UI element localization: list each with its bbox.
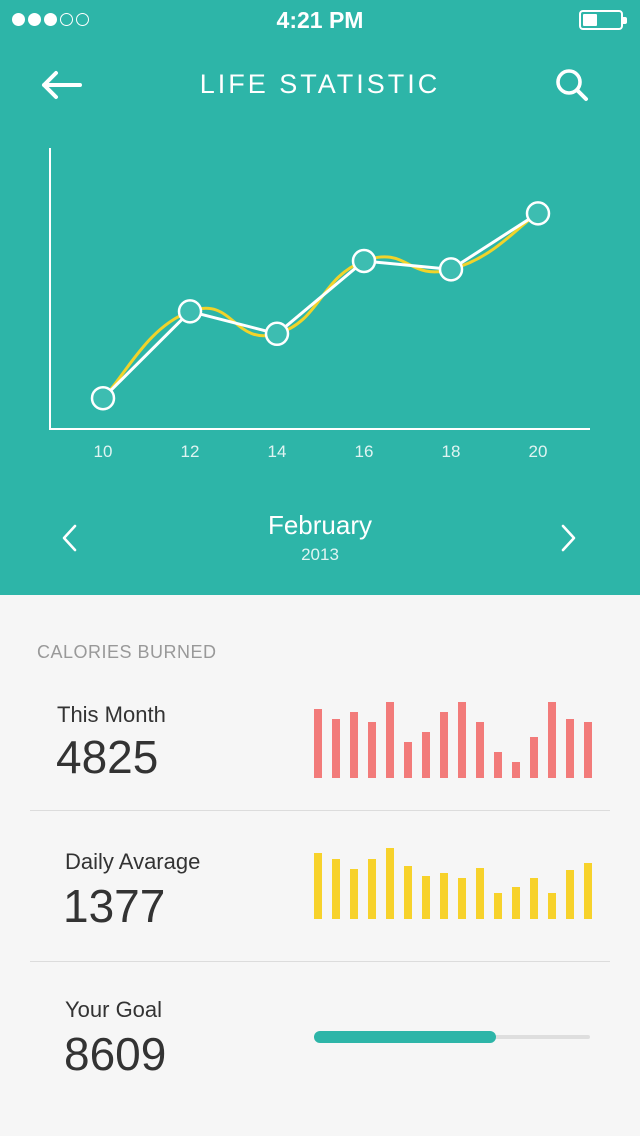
- bar: [512, 762, 520, 778]
- x-tick-label: 14: [268, 442, 287, 461]
- bar: [440, 712, 448, 778]
- daily-average-bar-chart: [314, 846, 592, 919]
- line-segment: [276, 259, 365, 335]
- daily-average-value: 1377: [63, 880, 166, 932]
- bar: [332, 859, 340, 919]
- bar: [368, 722, 376, 778]
- bar: [566, 870, 574, 919]
- bar: [422, 876, 430, 919]
- bar: [314, 853, 322, 919]
- life-statistic-chart: 10 12 14 16 18 20: [49, 148, 590, 461]
- bar: [422, 732, 430, 778]
- page-title: LIFE STATISTIC: [199, 69, 441, 99]
- this-month-label: This Month: [57, 702, 166, 727]
- x-tick-label: 12: [181, 442, 200, 461]
- data-point[interactable]: [264, 321, 290, 347]
- divider: [30, 810, 610, 811]
- bar: [494, 893, 502, 919]
- line-segment: [450, 212, 539, 271]
- this-month-bar-chart: [314, 700, 592, 778]
- goal-progress-bar: [314, 1031, 590, 1043]
- bar: [404, 866, 412, 919]
- bar: [332, 719, 340, 778]
- bar: [458, 878, 466, 919]
- x-tick-label: 10: [94, 442, 113, 461]
- data-point[interactable]: [525, 201, 551, 226]
- bar: [350, 869, 358, 919]
- data-point[interactable]: [438, 257, 464, 282]
- bar: [494, 752, 502, 778]
- data-point[interactable]: [351, 248, 377, 274]
- divider: [30, 961, 610, 962]
- chevron-right-icon[interactable]: [553, 520, 583, 556]
- your-goal-label: Your Goal: [65, 997, 163, 1022]
- month-label: February: [267, 510, 373, 540]
- bar: [404, 742, 412, 778]
- bar: [548, 893, 556, 919]
- month-navigator: February 2013: [0, 505, 640, 575]
- bar: [584, 863, 592, 919]
- bar: [530, 878, 538, 919]
- daily-average-label: Daily Avarage: [65, 849, 201, 874]
- bar: [350, 712, 358, 778]
- line-segment: [101, 310, 192, 400]
- bar: [512, 887, 520, 919]
- battery-icon: [579, 10, 627, 30]
- section-title: CALORIES BURNED: [37, 642, 217, 662]
- bar: [368, 859, 376, 919]
- your-goal-value: 8609: [64, 1028, 167, 1080]
- bar: [566, 719, 574, 778]
- bar: [476, 722, 484, 778]
- bar: [386, 702, 394, 778]
- bar: [584, 722, 592, 778]
- x-tick-label: 20: [529, 442, 548, 461]
- header-panel: 4:21 PM LIFE STATISTIC 10 12 14 16 18 20: [0, 0, 640, 595]
- bar: [458, 702, 466, 778]
- goal-progress-fill: [314, 1031, 497, 1043]
- line-segment: [189, 309, 278, 336]
- smooth-trend-line: [101, 212, 539, 400]
- status-time: 4:21 PM: [276, 7, 364, 33]
- bar: [386, 848, 394, 919]
- x-tick-label: 18: [442, 442, 461, 461]
- battery-level: [583, 14, 597, 26]
- battery-nub: [623, 17, 627, 24]
- bar: [548, 702, 556, 778]
- x-tick-label: 16: [355, 442, 374, 461]
- bar: [314, 709, 322, 778]
- data-point[interactable]: [177, 299, 203, 324]
- bar: [530, 737, 538, 778]
- your-goal-row: Your Goal 8609: [30, 997, 610, 1097]
- data-point[interactable]: [90, 385, 116, 411]
- search-icon[interactable]: [549, 63, 595, 107]
- status-bar: 4:21 PM: [0, 0, 640, 40]
- year-label: 2013: [301, 545, 339, 564]
- nav-bar: LIFE STATISTIC: [0, 55, 640, 115]
- this-month-value: 4825: [56, 731, 159, 783]
- bar: [476, 868, 484, 919]
- bar: [440, 873, 448, 919]
